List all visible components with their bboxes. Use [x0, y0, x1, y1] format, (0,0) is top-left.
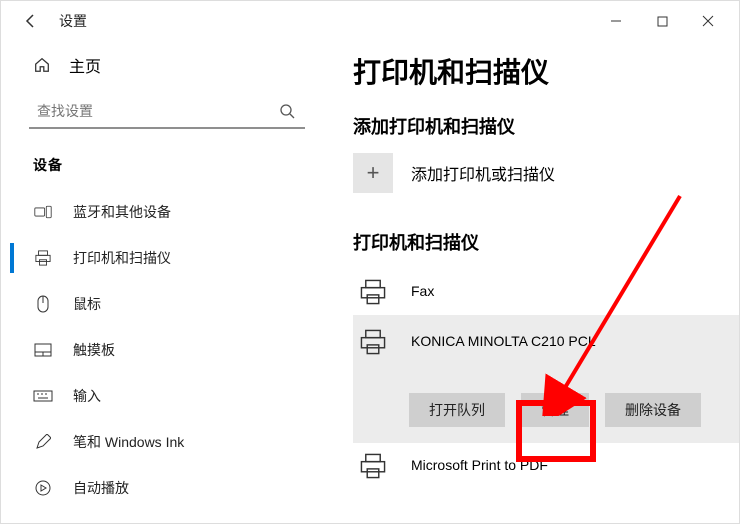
- keyboard-icon: [33, 390, 53, 402]
- close-button[interactable]: [685, 5, 731, 37]
- sidebar-item-label: 输入: [73, 386, 101, 406]
- add-section-heading: 添加打印机和扫描仪: [353, 113, 739, 139]
- printer-icon: [33, 250, 53, 266]
- sidebar-item-bluetooth[interactable]: 蓝牙和其他设备: [11, 189, 323, 235]
- touchpad-icon: [33, 343, 53, 357]
- pen-icon: [33, 434, 53, 450]
- printer-icon: [353, 329, 393, 355]
- back-button[interactable]: [19, 9, 43, 33]
- mouse-icon: [33, 295, 53, 313]
- home-label: 主页: [69, 53, 101, 77]
- sidebar-item-autoplay[interactable]: 自动播放: [11, 465, 323, 511]
- sidebar-item-label: 自动播放: [73, 478, 129, 498]
- sidebar-item-label: 鼠标: [73, 294, 101, 314]
- printer-name: Fax: [411, 279, 434, 299]
- page-title: 打印机和扫描仪: [353, 51, 739, 91]
- sidebar-item-label: 笔和 Windows Ink: [73, 432, 184, 452]
- add-printer-row[interactable]: + 添加打印机或扫描仪: [353, 153, 739, 193]
- titlebar: 设置: [1, 1, 739, 41]
- maximize-button[interactable]: [639, 5, 685, 37]
- search-icon: [279, 103, 295, 119]
- open-queue-button[interactable]: 打开队列: [409, 393, 505, 427]
- sidebar: 主页 设备 蓝牙和其他设备: [11, 41, 323, 523]
- plus-icon: +: [353, 153, 393, 193]
- edge-strip: [1, 41, 11, 523]
- sidebar-item-typing[interactable]: 输入: [11, 373, 323, 419]
- window-title: 设置: [59, 11, 593, 31]
- printer-item-selected[interactable]: KONICA MINOLTA C210 PCL 打开队列 管理 删除设备: [353, 315, 739, 443]
- remove-device-button[interactable]: 删除设备: [605, 393, 701, 427]
- sidebar-item-mouse[interactable]: 鼠标: [11, 281, 323, 327]
- autoplay-icon: [33, 480, 53, 496]
- main-panel: 打印机和扫描仪 添加打印机和扫描仪 + 添加打印机或扫描仪 打印机和扫描仪 Fa…: [323, 41, 739, 523]
- home-link[interactable]: 主页: [11, 41, 323, 95]
- sidebar-item-touchpad[interactable]: 触摸板: [11, 327, 323, 373]
- sidebar-item-printers[interactable]: 打印机和扫描仪: [11, 235, 323, 281]
- printer-icon: [353, 453, 393, 479]
- manage-button[interactable]: 管理: [521, 393, 589, 427]
- printer-icon: [353, 279, 393, 305]
- bluetooth-devices-icon: [33, 205, 53, 219]
- sidebar-item-label: 打印机和扫描仪: [73, 248, 171, 268]
- printer-name: KONICA MINOLTA C210 PCL: [411, 329, 596, 349]
- search-input[interactable]: [29, 95, 305, 129]
- printer-item[interactable]: Microsoft Print to PDF: [353, 443, 739, 489]
- printer-name: Microsoft Print to PDF: [411, 453, 548, 473]
- sidebar-item-label: 蓝牙和其他设备: [73, 202, 171, 222]
- category-header: 设备: [11, 133, 323, 189]
- printer-item[interactable]: Fax: [353, 269, 739, 315]
- sidebar-item-pen[interactable]: 笔和 Windows Ink: [11, 419, 323, 465]
- add-printer-label: 添加打印机或扫描仪: [411, 161, 555, 185]
- sidebar-item-label: 触摸板: [73, 340, 115, 360]
- list-section-heading: 打印机和扫描仪: [353, 229, 739, 255]
- home-icon: [33, 56, 51, 74]
- minimize-button[interactable]: [593, 5, 639, 37]
